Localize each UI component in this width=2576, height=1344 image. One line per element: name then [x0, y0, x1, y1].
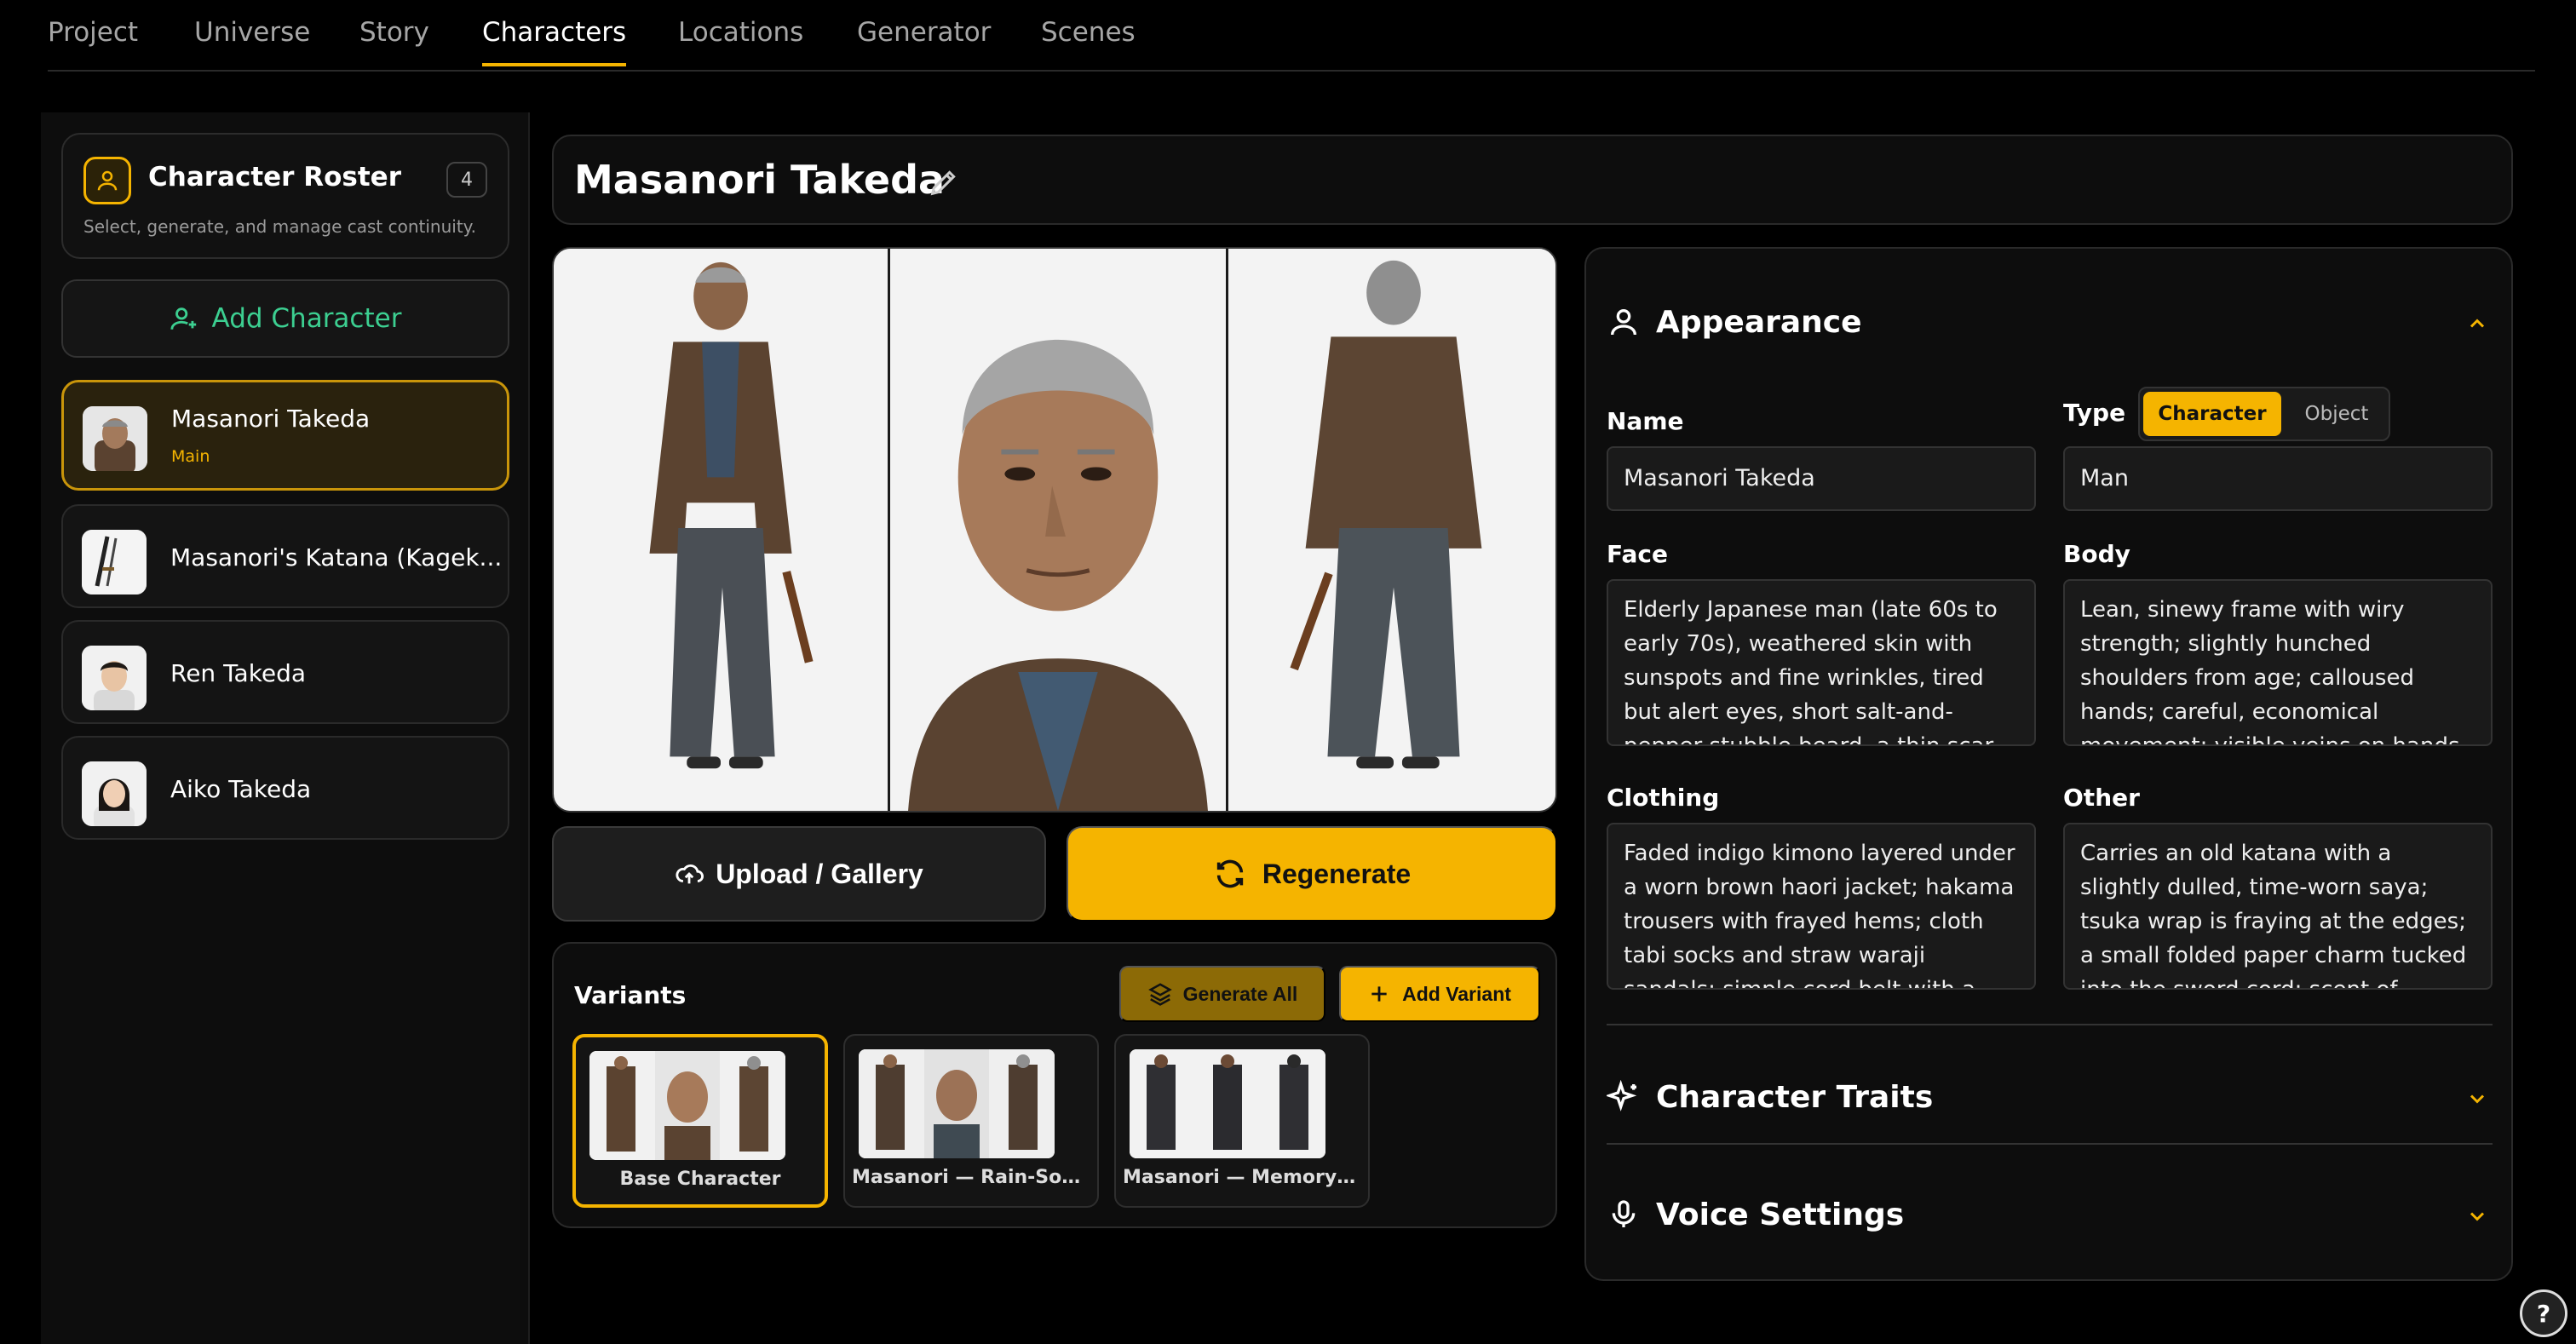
roster-header-card: Character Roster 4 Select, generate, and… — [61, 133, 509, 259]
variant-thumbnail — [859, 1049, 1055, 1158]
voice-settings-section-header[interactable]: Voice Settings — [1607, 1189, 2493, 1240]
chevron-down-icon — [2470, 1212, 2485, 1221]
front-view-image — [555, 249, 887, 811]
character-traits-title: Character Traits — [1656, 1079, 1934, 1115]
character-name: Ren Takeda — [170, 659, 307, 687]
chevron-down-icon — [2470, 1094, 2485, 1104]
character-name: Aiko Takeda — [170, 775, 312, 803]
type-label: Type — [2063, 399, 2126, 427]
user-icon — [83, 157, 131, 204]
avatar — [83, 406, 147, 471]
top-nav: Project Universe Story Characters Locati… — [48, 0, 2535, 72]
tab-project[interactable]: Project — [48, 17, 138, 63]
body-textarea[interactable]: Lean, sinewy frame with wiry strength; s… — [2063, 579, 2493, 746]
variant-card-rain-soaked[interactable]: Masanori — Rain-Soa... — [843, 1034, 1099, 1208]
upload-gallery-label: Upload / Gallery — [716, 858, 923, 889]
add-character-label: Add Character — [211, 303, 402, 334]
sparkles-icon — [1607, 1080, 1637, 1111]
tab-generator[interactable]: Generator — [857, 17, 991, 63]
name-input[interactable]: Masanori Takeda — [1607, 446, 2036, 511]
character-traits-section-header[interactable]: Character Traits — [1607, 1071, 2493, 1123]
appearance-title: Appearance — [1656, 304, 1862, 340]
other-textarea[interactable]: Carries an old katana with a slightly du… — [2063, 823, 2493, 990]
avatar — [82, 761, 147, 826]
layers-icon — [1147, 983, 1172, 1006]
section-divider — [1607, 1024, 2493, 1025]
variant-label: Masanori — Rain-Soa... — [852, 1167, 1090, 1188]
tab-scenes[interactable]: Scenes — [1041, 17, 1136, 63]
character-tag: Main — [171, 447, 210, 466]
variant-card-memory[interactable]: Masanori — Memory ... — [1114, 1034, 1370, 1208]
avatar — [82, 530, 147, 594]
type-option-object[interactable]: Object — [2286, 392, 2387, 436]
refresh-icon — [1216, 859, 1244, 888]
roster-count-badge: 4 — [446, 162, 487, 198]
character-item-katana[interactable]: Masanori's Katana (Kagek... — [61, 504, 509, 608]
character-item-masanori[interactable]: Masanori Takeda Main — [61, 380, 509, 491]
roster-subtitle: Select, generate, and manage cast contin… — [83, 216, 477, 237]
add-variant-label: Add Variant — [1402, 982, 1511, 1005]
help-button[interactable]: ? — [2520, 1289, 2567, 1337]
character-reference-sheet[interactable] — [552, 247, 1557, 813]
character-item-ren[interactable]: Ren Takeda — [61, 620, 509, 724]
character-item-aiko[interactable]: Aiko Takeda — [61, 736, 509, 840]
roster-title: Character Roster — [148, 162, 401, 192]
character-details-panel: Appearance Name Type Character Object Ma… — [1584, 247, 2513, 1281]
variant-thumbnail — [589, 1051, 785, 1160]
character-name: Masanori's Katana (Kagek... — [170, 543, 503, 571]
variant-label: Masanori — Memory ... — [1123, 1167, 1361, 1188]
tab-locations[interactable]: Locations — [678, 17, 803, 63]
variant-card-base[interactable]: Base Character — [572, 1034, 828, 1208]
pencil-icon[interactable] — [927, 165, 961, 199]
add-character-button[interactable]: Add Character — [61, 279, 509, 358]
character-header: Masanori Takeda — [552, 135, 2513, 225]
upload-gallery-button[interactable]: Upload / Gallery — [552, 826, 1046, 922]
type-toggle: Character Object — [2138, 387, 2390, 441]
avatar — [82, 646, 147, 710]
name-label: Name — [1607, 407, 1684, 435]
generate-all-button[interactable]: Generate All — [1119, 966, 1325, 1022]
regenerate-button[interactable]: Regenerate — [1067, 826, 1557, 922]
type-input[interactable]: Man — [2063, 446, 2493, 511]
add-user-icon — [170, 307, 196, 330]
variants-panel: Variants Generate All Add Variant Base C… — [552, 942, 1557, 1228]
section-divider — [1607, 1143, 2493, 1145]
variant-label: Base Character — [619, 1169, 781, 1190]
character-sidebar: Character Roster 4 Select, generate, and… — [41, 112, 530, 1344]
generate-all-label: Generate All — [1182, 982, 1298, 1005]
plus-icon — [1371, 986, 1387, 1002]
tab-universe[interactable]: Universe — [194, 17, 310, 63]
type-option-character[interactable]: Character — [2143, 392, 2281, 436]
add-variant-button[interactable]: Add Variant — [1339, 966, 1540, 1022]
voice-settings-title: Voice Settings — [1656, 1197, 1905, 1232]
variants-title: Variants — [574, 981, 687, 1009]
microphone-icon — [1612, 1200, 1636, 1227]
cloud-upload-icon — [676, 864, 704, 884]
tab-story[interactable]: Story — [359, 17, 429, 63]
tab-characters[interactable]: Characters — [482, 17, 627, 66]
regenerate-label: Regenerate — [1262, 858, 1412, 889]
appearance-section-header[interactable]: Appearance — [1607, 296, 2493, 347]
face-label: Face — [1607, 540, 1668, 568]
face-closeup-image — [891, 249, 1225, 811]
body-label: Body — [2063, 540, 2130, 568]
chevron-up-icon — [2470, 319, 2485, 328]
user-icon — [1611, 309, 1636, 336]
clothing-textarea[interactable]: Faded indigo kimono layered under a worn… — [1607, 823, 2036, 990]
back-view-image — [1229, 249, 1555, 811]
character-name: Masanori Takeda — [171, 405, 371, 433]
variant-thumbnail — [1130, 1049, 1325, 1158]
page-title: Masanori Takeda — [574, 157, 946, 203]
clothing-label: Clothing — [1607, 784, 1720, 812]
face-textarea[interactable]: Elderly Japanese man (late 60s to early … — [1607, 579, 2036, 746]
other-label: Other — [2063, 784, 2140, 812]
